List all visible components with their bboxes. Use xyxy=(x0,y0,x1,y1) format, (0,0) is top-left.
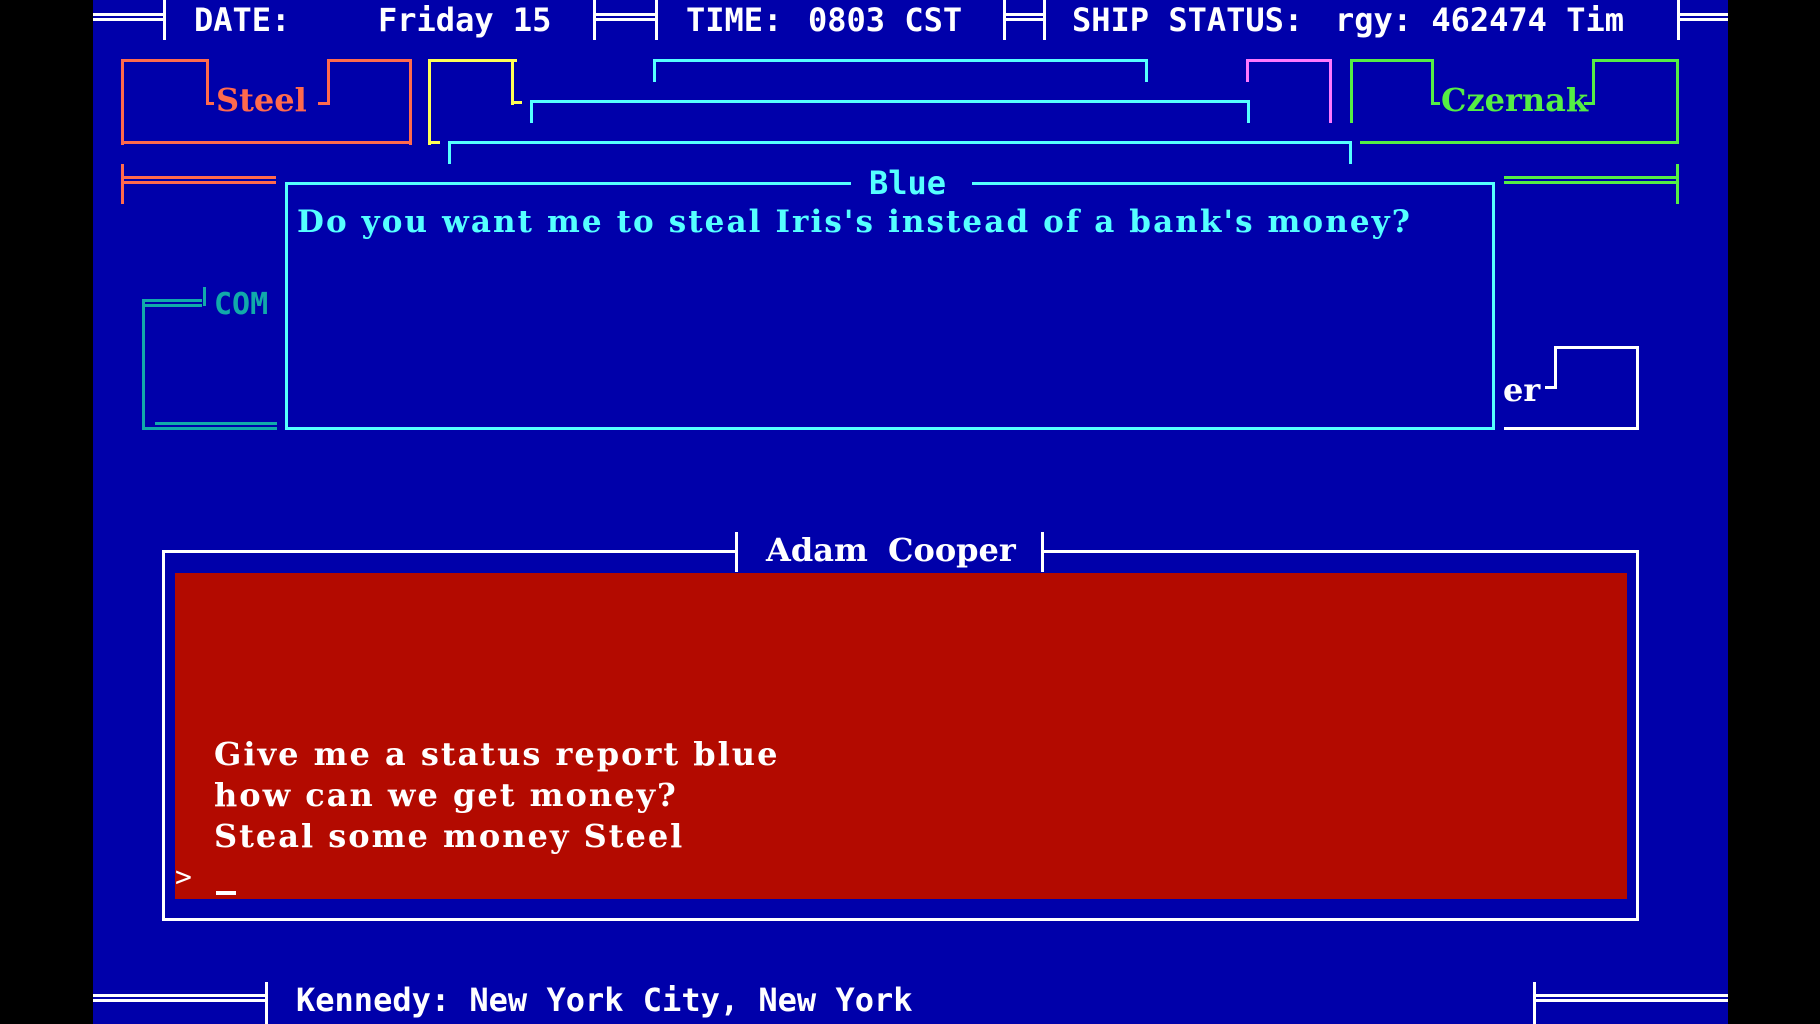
connector-rule xyxy=(1504,176,1677,184)
tab-border xyxy=(1431,102,1440,105)
bracket-line xyxy=(448,141,451,164)
crew-tab-label: Steel xyxy=(216,81,307,119)
bracket-line xyxy=(1247,100,1250,123)
tab-border xyxy=(121,59,124,145)
top-bar-rule-left xyxy=(93,13,163,21)
console-history-line: Give me a status report blue xyxy=(214,735,780,773)
top-bar-rule xyxy=(596,13,657,21)
bracket-line xyxy=(448,141,1352,144)
tab-border xyxy=(206,59,209,105)
top-bar-divider xyxy=(163,0,166,40)
top-bar-divider xyxy=(1043,0,1046,40)
console-history-line: how can we get money? xyxy=(214,776,678,814)
tab-border xyxy=(511,59,514,105)
time-label: TIME: xyxy=(686,1,783,39)
tab-border xyxy=(1592,59,1595,105)
crew-tab-label: er xyxy=(1503,371,1541,409)
tab-border xyxy=(1554,346,1639,349)
tab-border xyxy=(1636,346,1639,430)
tab-border xyxy=(1554,346,1557,389)
console-title-divider xyxy=(1041,532,1044,572)
crew-tab-label: Czernak xyxy=(1441,81,1589,119)
top-bar-rule-right xyxy=(1680,13,1728,21)
dialog-border xyxy=(972,182,1495,185)
tab-border xyxy=(121,59,209,62)
bracket-line xyxy=(530,100,533,123)
tab-border xyxy=(142,299,145,430)
bracket-line xyxy=(1349,141,1352,164)
console-title-first: Adam xyxy=(766,531,868,569)
tab-border xyxy=(142,427,277,430)
tab-border xyxy=(327,59,330,105)
tab-border xyxy=(409,59,412,145)
tab-border xyxy=(1360,141,1679,144)
dialog-border xyxy=(285,182,851,185)
crew-tab-label: COM xyxy=(214,287,269,322)
bracket-line xyxy=(653,59,656,82)
console-border xyxy=(162,550,737,553)
top-bar-rule xyxy=(1006,13,1045,21)
text-cursor xyxy=(216,891,236,895)
connector-tick xyxy=(1676,164,1679,204)
dialog-border xyxy=(1492,182,1495,430)
tab-border xyxy=(155,422,277,425)
ship-status-label: SHIP STATUS: xyxy=(1072,1,1304,39)
connector-tick xyxy=(121,164,124,204)
tab-border xyxy=(428,141,440,144)
time-value: 0803 CST xyxy=(808,1,963,39)
console-title-last: Cooper xyxy=(888,531,1016,569)
tab-border xyxy=(1246,59,1249,82)
bottom-bar-divider xyxy=(265,982,268,1024)
date-label: DATE: xyxy=(194,1,291,39)
ship-status-value: rgy: 462474 Tim xyxy=(1335,1,1624,39)
tab-border xyxy=(203,287,206,306)
console-border xyxy=(162,918,1639,921)
location-text: Kennedy: New York City, New York xyxy=(296,981,913,1019)
tab-border xyxy=(327,59,412,62)
dialog-speaker: Blue xyxy=(869,164,947,202)
console-title-divider xyxy=(735,532,738,572)
console-border xyxy=(1043,550,1639,553)
tab-border xyxy=(1246,59,1332,62)
bracket-line xyxy=(530,100,1250,103)
tab-border xyxy=(206,102,214,105)
bracket-line xyxy=(1145,59,1148,82)
tab-border xyxy=(511,101,522,104)
tab-border xyxy=(428,59,431,145)
tab-border xyxy=(1504,427,1639,430)
tab-border xyxy=(1431,59,1434,105)
top-bar-divider xyxy=(655,0,658,40)
connector-rule xyxy=(124,176,276,184)
bottom-bar-rule-left xyxy=(93,994,265,1002)
bracket-line xyxy=(653,59,1148,62)
tab-border xyxy=(1592,59,1679,62)
tab-border xyxy=(121,141,412,144)
tab-border xyxy=(1329,59,1332,123)
command-input[interactable] xyxy=(214,860,1614,896)
dialog-border xyxy=(285,427,1495,430)
dialog-border xyxy=(285,182,288,430)
dialog-message: Do you want me to steal Iris's instead o… xyxy=(297,204,1413,240)
bottom-bar-rule-right xyxy=(1536,994,1728,1002)
tab-border xyxy=(1350,59,1353,123)
bottom-bar-divider xyxy=(1533,982,1536,1024)
console-border xyxy=(162,550,165,921)
command-prompt-icon: > xyxy=(175,860,192,893)
console-history-line: Steal some money Steel xyxy=(214,817,685,855)
tab-border xyxy=(1350,59,1434,62)
console-border xyxy=(1636,550,1639,921)
date-value: Friday 15 xyxy=(378,1,552,39)
tab-border xyxy=(1676,59,1679,144)
tab-border xyxy=(142,299,202,307)
tab-border xyxy=(428,59,517,62)
